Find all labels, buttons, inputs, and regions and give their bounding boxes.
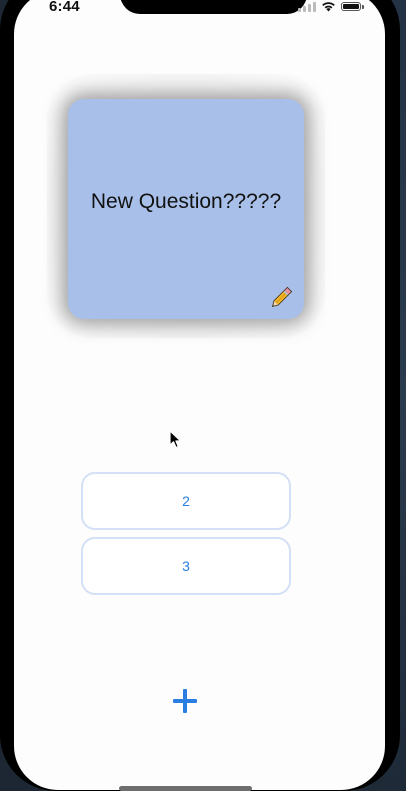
question-text: New Question????? [90, 190, 282, 213]
home-indicator[interactable] [119, 786, 252, 791]
cellular-signal-icon [298, 1, 316, 12]
answer-button-2[interactable]: 3 [81, 537, 291, 595]
status-time: 6:44 [49, 0, 80, 15]
status-icons [298, 1, 364, 12]
plus-icon[interactable] [170, 686, 200, 716]
pencil-icon[interactable] [268, 285, 294, 311]
wifi-icon [322, 2, 335, 12]
answer-label: 3 [182, 558, 190, 574]
mouse-cursor-icon [169, 430, 182, 449]
question-card[interactable]: New Question????? [68, 99, 304, 319]
battery-icon [341, 2, 364, 11]
device-notch [120, 0, 307, 14]
answer-label: 2 [182, 493, 190, 509]
answer-button-1[interactable]: 2 [81, 472, 291, 530]
